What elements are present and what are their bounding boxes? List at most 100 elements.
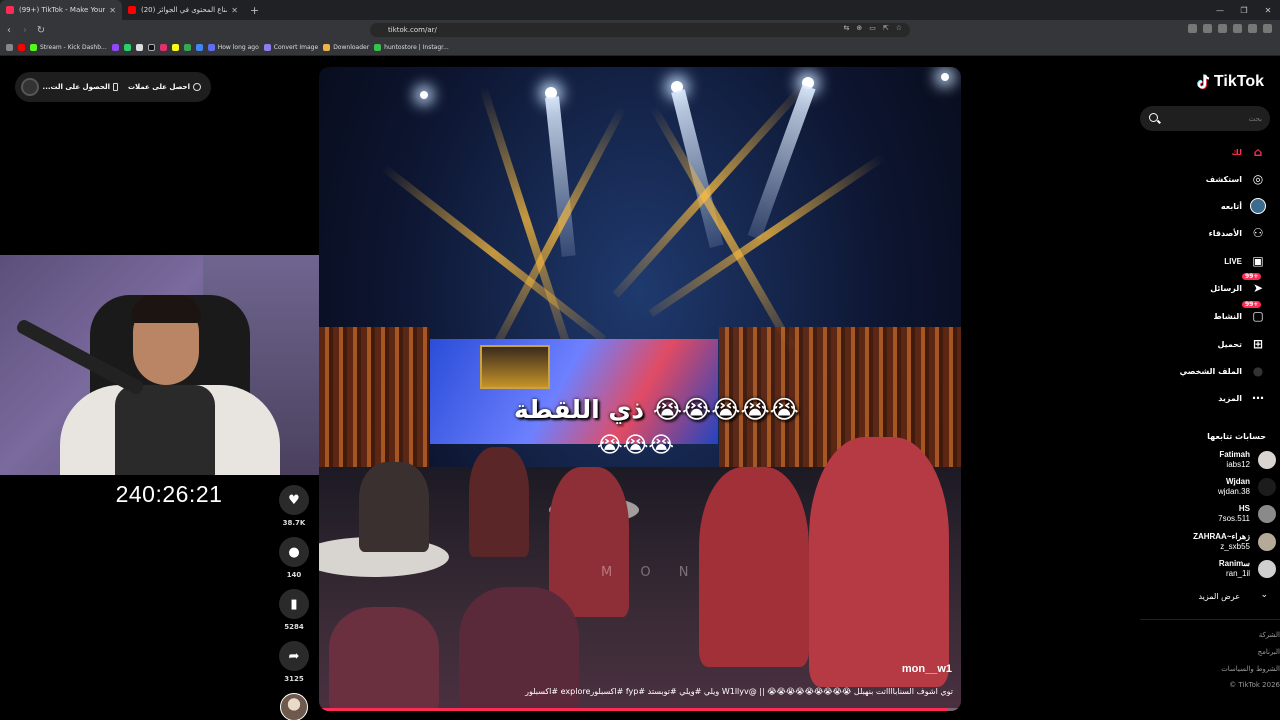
- nav-more[interactable]: ⋯ المزيد: [1218, 390, 1266, 406]
- minimize-icon[interactable]: —: [1208, 6, 1232, 15]
- youtube-favicon-icon: [128, 6, 136, 14]
- stage-screen: [430, 339, 718, 444]
- back-icon[interactable]: ‹: [2, 25, 16, 36]
- bookmark-star-icon[interactable]: ☆: [896, 24, 902, 32]
- get-app-button[interactable]: الحصول على الت...: [43, 83, 118, 91]
- nav-live[interactable]: ▣ LIVE: [1224, 253, 1266, 269]
- bookmark-favicon-icon: [263, 44, 271, 51]
- close-tab-icon[interactable]: ✕: [231, 6, 238, 15]
- restore-icon[interactable]: ❐: [1232, 6, 1256, 15]
- bookmark-downloader[interactable]: Downloader: [323, 44, 369, 51]
- install-icon[interactable]: ▭: [869, 24, 876, 32]
- nav-for-you[interactable]: ⌂ لك: [1232, 144, 1266, 160]
- share-count: 3125: [284, 675, 304, 683]
- share-arrow-icon: ➦: [288, 648, 300, 664]
- bookmark-label: Convert Image: [273, 44, 319, 51]
- close-tab-icon[interactable]: ✕: [109, 6, 116, 15]
- following-accounts-header: حسابات تتابعها: [1207, 432, 1266, 441]
- bookmark-how-long-ago[interactable]: How long ago: [207, 44, 259, 51]
- footer-company-link[interactable]: الشركة: [1140, 631, 1280, 639]
- search-input[interactable]: [1162, 114, 1262, 123]
- like-button[interactable]: ♥: [279, 485, 309, 515]
- bookmark-icon: ▮: [290, 596, 298, 612]
- nav-profile[interactable]: ● الملف الشخصي: [1180, 363, 1266, 379]
- heart-icon: ♥: [288, 492, 300, 508]
- reload-icon[interactable]: ↻: [34, 25, 48, 36]
- nav-label: تحميل: [1217, 339, 1242, 349]
- whatsapp-icon[interactable]: [123, 44, 131, 51]
- forward-icon[interactable]: ›: [18, 25, 32, 36]
- save-button[interactable]: ▮: [279, 589, 309, 619]
- bookmark-kick[interactable]: Stream - Kick Dashb...: [30, 44, 107, 51]
- phone-icon: [112, 83, 118, 91]
- followed-account[interactable]: Ranimﺳ ran_1il: [1140, 557, 1280, 581]
- followed-account[interactable]: ZAHRAA~زهراء z_sxb55: [1140, 530, 1280, 554]
- bookmark-favicon-icon: [207, 44, 215, 51]
- footer-terms-link[interactable]: الشروط والسياسات: [1140, 665, 1280, 673]
- tab-tiktok[interactable]: (99+) TikTok - Make Your Day ✕: [0, 0, 122, 20]
- author-avatar[interactable]: [280, 693, 308, 720]
- extension-icon[interactable]: [1233, 24, 1242, 33]
- followed-account[interactable]: Fatimah iabs12: [1140, 448, 1280, 472]
- get-coins-button[interactable]: احصل على عملات: [128, 83, 201, 91]
- nav-explore[interactable]: ◎ استكشف: [1206, 171, 1266, 187]
- video-overlay-caption: ذي اللقطة 😭😭😭😭😭: [514, 395, 799, 424]
- video-player[interactable]: ذي اللقطة 😭😭😭😭😭 😭😭😭 M O N mon__w1 توي اش…: [319, 67, 961, 711]
- maps-icon[interactable]: [183, 44, 191, 51]
- extension-icon[interactable]: [1188, 24, 1197, 33]
- nav-label: الأصدقاء: [1208, 228, 1242, 238]
- tab-youtube[interactable]: (20) لقطات صناع المحتوى في الجوائز ✕: [122, 0, 244, 20]
- live-tv-icon: ▣: [1252, 254, 1264, 268]
- search-icon[interactable]: [1149, 113, 1158, 122]
- nav-upload[interactable]: ⊞ تحميل: [1217, 336, 1266, 352]
- zoom-icon[interactable]: ⊕: [856, 24, 862, 32]
- address-bar-row: ‹ › ↻ tiktok.com/ar/ ⇆ ⊕ ▭ ⇱ ☆: [0, 20, 1280, 40]
- extension-icon[interactable]: [1203, 24, 1212, 33]
- video-author-name[interactable]: mon__w1: [902, 663, 952, 675]
- account-name: ZAHRAA~زهراء: [1193, 532, 1250, 541]
- menu-icon[interactable]: [1263, 24, 1272, 33]
- nav-following[interactable]: أتابعه: [1221, 198, 1266, 214]
- new-tab-button[interactable]: +: [244, 4, 265, 17]
- tab-strip: (99+) TikTok - Make Your Day ✕ (20) لقطا…: [0, 0, 1280, 20]
- footer-program-link[interactable]: البرنامج: [1140, 648, 1280, 656]
- bookmark-huntostore[interactable]: huntostore | Instagr...: [374, 44, 449, 51]
- url-text: tiktok.com/ar/: [388, 26, 437, 34]
- tab-title: (20) لقطات صناع المحتوى في الجوائز: [141, 6, 227, 14]
- instagram-icon[interactable]: [159, 44, 167, 51]
- chevron-down-icon[interactable]: ⌄: [1260, 590, 1268, 600]
- share-button[interactable]: ➦: [279, 641, 309, 671]
- account-avatar: [1258, 505, 1276, 523]
- tiktok-icon[interactable]: [147, 44, 155, 51]
- more-dots-icon: ⋯: [1252, 391, 1264, 405]
- comment-button[interactable]: ●: [279, 537, 309, 567]
- url-field[interactable]: tiktok.com/ar/ ⇆ ⊕ ▭ ⇱ ☆: [370, 23, 910, 37]
- youtube-icon[interactable]: [18, 44, 25, 51]
- translate-icon[interactable]: ⇆: [843, 24, 849, 32]
- apps-grid-icon[interactable]: [6, 44, 13, 51]
- nav-friends[interactable]: ⚇ الأصدقاء: [1209, 225, 1266, 241]
- snapchat-icon[interactable]: [171, 44, 179, 51]
- extension-icon[interactable]: [1248, 24, 1257, 33]
- tiktok-favicon-icon: [6, 6, 14, 14]
- share-icon[interactable]: ⇱: [883, 24, 889, 32]
- bookmark-convert-image[interactable]: Convert Image: [263, 44, 319, 51]
- get-app-pill: احصل على عملات الحصول على الت...: [15, 72, 211, 102]
- video-actions: ♥ 38.7K ● 140 ▮ 5284 ➦ 3125: [278, 485, 310, 720]
- see-more-link[interactable]: عرض المزيد: [1198, 592, 1240, 601]
- nav-messages[interactable]: ➤ 99+ الرسائل: [1210, 273, 1266, 296]
- nav-label: لك: [1231, 147, 1242, 157]
- twitch-icon[interactable]: [111, 44, 119, 51]
- extension-icon[interactable]: [1218, 24, 1227, 33]
- drive-icon[interactable]: [195, 44, 203, 51]
- close-window-icon[interactable]: ✕: [1256, 6, 1280, 15]
- nav-activity[interactable]: ▢ 99+ النشاط: [1214, 301, 1266, 324]
- followed-account[interactable]: Wjdan wjdan.38: [1140, 475, 1280, 499]
- x-icon[interactable]: [135, 44, 143, 51]
- followed-account[interactable]: HS 7sos.511: [1140, 502, 1280, 526]
- dismiss-icon[interactable]: [21, 78, 39, 96]
- video-progress-bar[interactable]: [319, 708, 961, 711]
- account-name: Fatimah: [1219, 450, 1250, 459]
- tiktok-logo[interactable]: TikTok: [1197, 73, 1264, 91]
- search-box[interactable]: [1140, 106, 1270, 131]
